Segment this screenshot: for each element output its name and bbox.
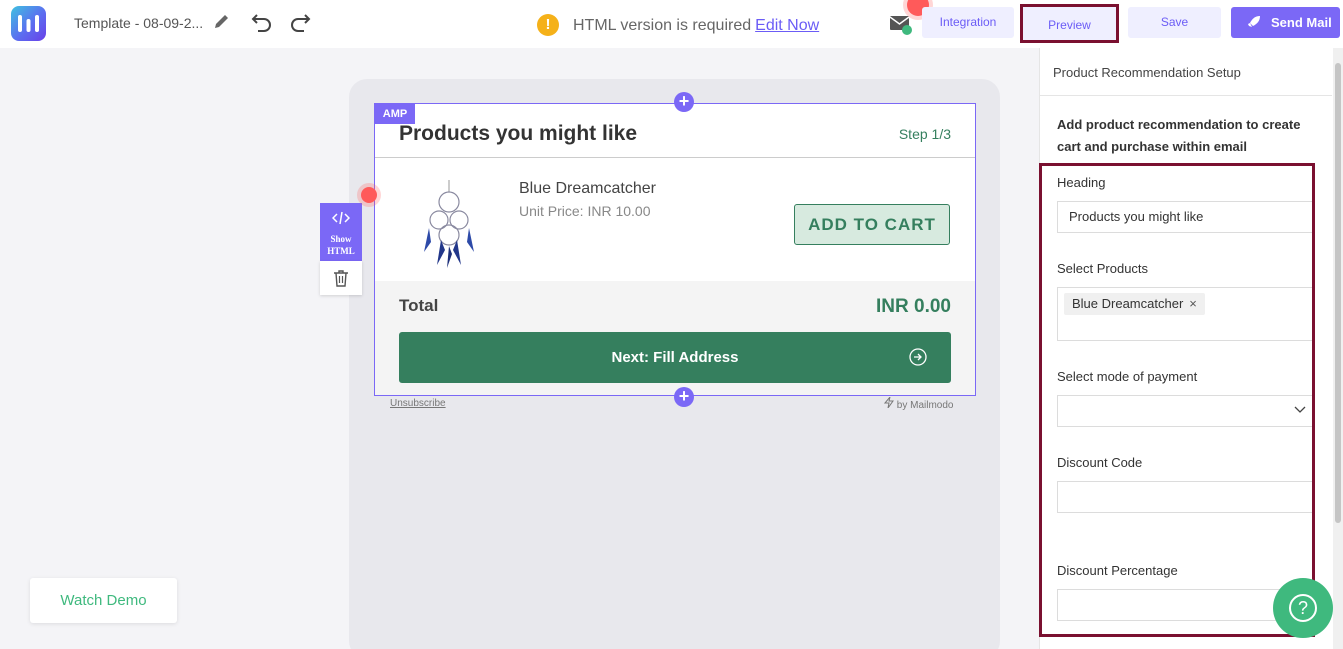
step-indicator: Step 1/3	[898, 126, 951, 142]
trash-icon	[334, 270, 348, 287]
add-block-above-icon[interactable]: +	[674, 92, 694, 112]
product-block[interactable]: AMP Products you might like Step 1/3 Blu…	[374, 103, 976, 396]
panel-scrollbar[interactable]	[1333, 48, 1343, 649]
redo-icon[interactable]	[289, 11, 311, 38]
top-bar: Template - 08-09-2... ! HTML version is …	[0, 0, 1343, 48]
payment-mode-label: Select mode of payment	[1057, 369, 1198, 384]
total-section: Total INR 0.00 Next: Fill Address	[375, 281, 975, 395]
add-block-below-icon[interactable]: +	[674, 387, 694, 407]
block-tools: Show HTML	[320, 203, 362, 295]
unsubscribe-link[interactable]: Unsubscribe	[390, 398, 446, 409]
next-button-label: Next: Fill Address	[611, 349, 739, 366]
divider	[375, 157, 975, 158]
settings-panel: Product Recommendation Setup Add product…	[1039, 48, 1343, 649]
panel-description: Add product recommendation to create car…	[1057, 117, 1301, 154]
by-mailmodo-label: by Mailmodo	[896, 400, 954, 411]
payment-mode-select[interactable]	[1057, 395, 1315, 427]
select-products-field[interactable]: Blue Dreamcatcher ×	[1057, 287, 1315, 341]
preview-button[interactable]: Preview	[1020, 4, 1119, 43]
chevron-down-icon	[1294, 406, 1306, 413]
next-fill-address-button[interactable]: Next: Fill Address	[399, 332, 951, 383]
panel-title: Product Recommendation Setup	[1053, 65, 1241, 80]
html-warning: HTML version is required Edit Now	[573, 17, 819, 35]
panel-divider	[1040, 95, 1332, 96]
bolt-icon	[883, 396, 894, 409]
integration-button[interactable]: Integration	[922, 7, 1014, 38]
edit-now-link[interactable]: Edit Now	[755, 17, 819, 34]
code-icon	[332, 211, 350, 225]
warning-text: HTML version is required	[573, 17, 752, 34]
product-chip: Blue Dreamcatcher ×	[1064, 293, 1205, 315]
question-icon: ?	[1289, 594, 1317, 622]
dreamcatcher-image	[419, 180, 479, 270]
chip-label: Blue Dreamcatcher	[1072, 296, 1184, 311]
edit-pencil-icon[interactable]	[213, 13, 230, 35]
add-to-cart-button[interactable]: ADD TO CART	[794, 204, 950, 245]
select-products-label: Select Products	[1057, 261, 1149, 276]
show-html-button[interactable]: Show HTML	[320, 203, 362, 261]
template-name[interactable]: Template - 08-09-2...	[74, 15, 203, 31]
mailmodo-logo[interactable]	[11, 6, 46, 41]
mail-status-icon[interactable]	[889, 13, 913, 40]
product-name: Blue Dreamcatcher	[519, 180, 656, 197]
show-html-label: Show HTML	[327, 234, 355, 256]
discount-percentage-label: Discount Percentage	[1057, 563, 1178, 578]
by-mailmodo: by Mailmodo	[883, 396, 954, 411]
send-mail-button[interactable]: Send Mail	[1231, 7, 1340, 38]
heading-input[interactable]: Products you might like	[1057, 201, 1315, 233]
scroll-thumb[interactable]	[1335, 63, 1341, 523]
send-mail-label: Send Mail	[1271, 15, 1332, 30]
delete-block-button[interactable]	[320, 261, 362, 295]
product-price: Unit Price: INR 10.00	[519, 203, 651, 219]
warning-icon: !	[537, 14, 559, 36]
block-heading: Products you might like	[399, 122, 638, 145]
total-label: Total	[399, 296, 439, 315]
undo-icon[interactable]	[251, 11, 273, 38]
help-button[interactable]: ?	[1273, 578, 1333, 638]
discount-code-label: Discount Code	[1057, 455, 1143, 470]
hotspot-dot	[361, 187, 377, 203]
heading-label: Heading	[1057, 175, 1106, 190]
amp-tag: AMP	[375, 104, 415, 124]
remove-chip-icon[interactable]: ×	[1189, 296, 1197, 311]
save-button[interactable]: Save	[1128, 7, 1221, 38]
total-value: INR 0.00	[876, 296, 951, 317]
watch-demo-button[interactable]: Watch Demo	[30, 578, 177, 623]
discount-code-input[interactable]	[1057, 481, 1315, 513]
rocket-icon	[1248, 16, 1260, 27]
arrow-circle-icon	[909, 348, 927, 366]
